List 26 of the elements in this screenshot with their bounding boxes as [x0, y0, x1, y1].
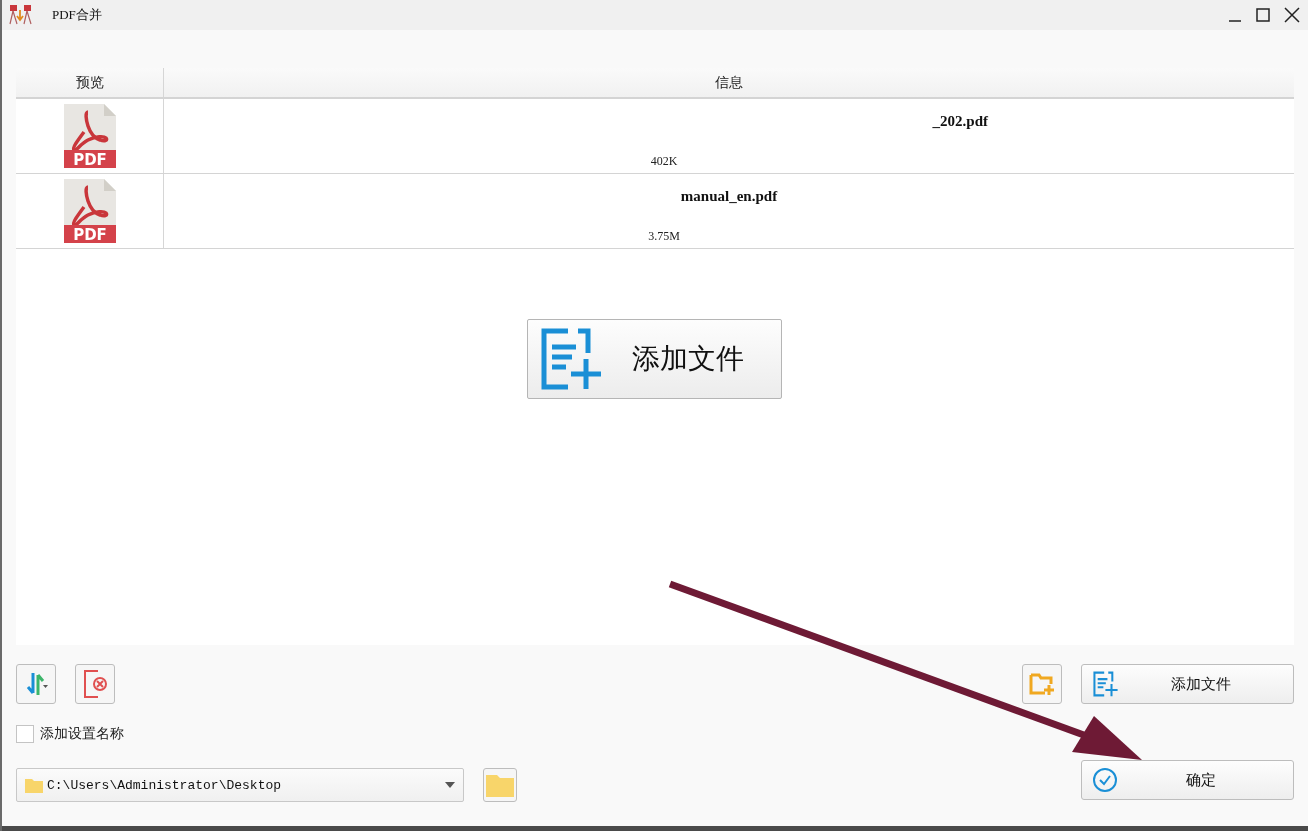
remove-document-icon — [82, 669, 108, 699]
close-icon[interactable] — [1284, 7, 1300, 23]
file-name: _202.pdf — [932, 113, 988, 130]
add-file-button[interactable]: 添加文件 — [1081, 664, 1294, 704]
delete-button[interactable] — [75, 664, 115, 704]
dropdown-caret-icon — [445, 782, 455, 788]
app-logo-icon — [8, 4, 34, 26]
add-file-button[interactable]: 添加文件 — [526, 319, 782, 399]
sort-button[interactable] — [16, 664, 56, 704]
file-size: 402K — [650, 154, 678, 169]
folder-plus-icon — [1029, 672, 1055, 696]
add-document-icon — [1092, 671, 1118, 697]
confirm-button[interactable]: 确定 — [1081, 760, 1294, 800]
file-size: 3.75M — [648, 229, 680, 244]
checkbox[interactable] — [16, 725, 34, 743]
column-header[interactable]: 预览 — [16, 68, 164, 97]
file-name: manual_en.pdf — [680, 188, 778, 205]
add-folder-button[interactable] — [1022, 664, 1062, 704]
window-title: PDF合并 — [52, 6, 102, 24]
checkbox-label: 添加设置名称 — [40, 725, 124, 743]
check-circle-icon — [1092, 767, 1118, 793]
folder-icon — [25, 777, 43, 793]
folder-icon — [486, 773, 514, 797]
maximize-icon[interactable] — [1256, 8, 1270, 22]
column-header[interactable]: 信息 — [164, 68, 1294, 97]
output-path-dropdown[interactable]: C:\Users\Administrator\Desktop — [16, 768, 464, 802]
